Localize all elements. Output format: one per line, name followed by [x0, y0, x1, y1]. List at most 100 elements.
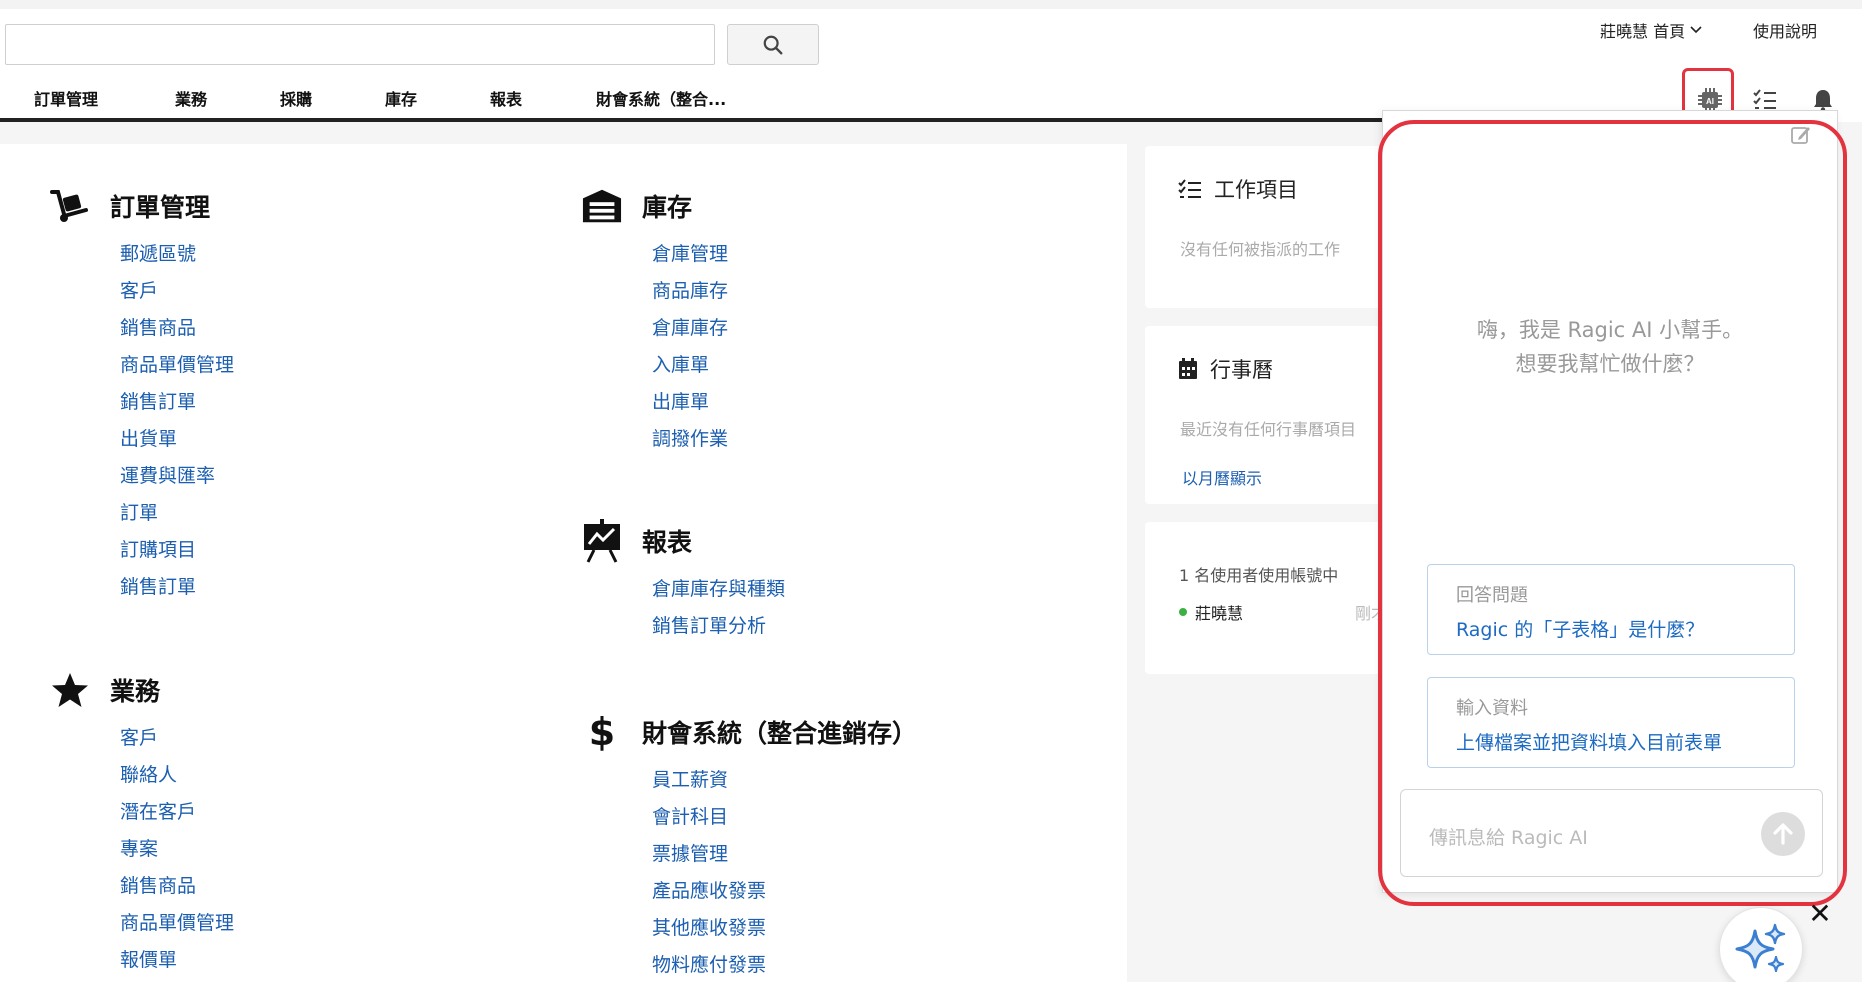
link-product-stock[interactable]: 商品庫存 [652, 273, 728, 310]
link-contacts[interactable]: 聯絡人 [120, 757, 234, 794]
section-title: 訂單管理 [110, 193, 211, 222]
link-customer[interactable]: 客戶 [120, 720, 234, 757]
suggestion-text: 上傳檔案並把資料填入目前表單 [1456, 732, 1723, 754]
link-warehouse-mgmt[interactable]: 倉庫管理 [652, 236, 728, 273]
top-strip [0, 0, 1862, 9]
link-customer[interactable]: 客戶 [120, 273, 234, 310]
ai-greeting: 嗨，我是 Ragic AI 小幫手。 想要我幫忙做什麼？ [1383, 313, 1837, 381]
link-sales-products[interactable]: 銷售商品 [120, 310, 234, 347]
tab-orders[interactable]: 訂單管理 [34, 86, 98, 110]
tab-reports[interactable]: 報表 [490, 86, 522, 110]
link-sales-products[interactable]: 銷售商品 [120, 868, 234, 905]
calendar-card-title: 行事曆 [1178, 354, 1273, 384]
star-icon [50, 670, 90, 710]
link-accounts[interactable]: 會計科目 [652, 799, 917, 836]
section-title: 報表 [642, 528, 693, 557]
main-panel: 訂單管理 郵遞區號 客戶 銷售商品 商品單價管理 銷售訂單 出貨單 運費與匯率 … [0, 144, 1127, 982]
user-name: 莊曉慧 [1195, 604, 1244, 623]
ai-greeting-line1: 嗨，我是 Ragic AI 小幫手。 [1476, 318, 1744, 342]
link-delivery-note[interactable]: 出貨單 [120, 421, 234, 458]
link-transfer[interactable]: 調撥作業 [652, 421, 728, 458]
send-button[interactable] [1761, 812, 1805, 856]
link-product-receivable[interactable]: 產品應收發票 [652, 873, 917, 910]
link-payroll[interactable]: 員工薪資 [652, 762, 917, 799]
dollar-icon: $ [582, 712, 622, 752]
section-orders: 訂單管理 郵遞區號 客戶 銷售商品 商品單價管理 銷售訂單 出貨單 運費與匯率 … [50, 186, 234, 606]
link-stock-out[interactable]: 出庫單 [652, 384, 728, 421]
section-title: 財會系統（整合進銷存） [642, 719, 918, 748]
tasks-card-title: 工作項目 [1178, 174, 1298, 204]
monthly-view-link[interactable]: 以月曆顯示 [1182, 465, 1262, 489]
suggestion-label: 輸入資料 [1456, 698, 1528, 719]
tasks-empty: 沒有任何被指派的工作 [1180, 240, 1341, 259]
link-warehouse-stock-type[interactable]: 倉庫庫存與種類 [652, 571, 785, 608]
link-postal-code[interactable]: 郵遞區號 [120, 236, 234, 273]
suggestion-card-input-data[interactable]: 輸入資料 上傳檔案並把資料填入目前表單 [1427, 677, 1795, 768]
tab-business[interactable]: 業務 [175, 86, 207, 110]
help-link[interactable]: 使用說明 [1753, 18, 1817, 42]
section-business: 業務 客戶 聯絡人 潛在客戶 專案 銷售商品 商品單價管理 報價單 [50, 670, 234, 979]
section-reports: 報表 倉庫庫存與種類 銷售訂單分析 [582, 519, 785, 645]
suggestion-card-question[interactable]: 回答問題 Ragic 的「子表格」是什麼？ [1427, 564, 1795, 655]
ai-message-placeholder: 傳訊息給 Ragic AI [1429, 827, 1588, 849]
user-menu[interactable]: 莊曉慧 首頁 [1600, 18, 1703, 42]
ai-assistant-panel: 嗨，我是 Ragic AI 小幫手。 想要我幫忙做什麼？ [1382, 110, 1838, 893]
search-button[interactable] [727, 24, 819, 65]
link-material-payable[interactable]: 物料應付發票 [652, 947, 917, 982]
suggestion-text: Ragic 的「子表格」是什麼？ [1456, 619, 1705, 641]
section-title: 庫存 [642, 193, 693, 222]
link-warehouse-stock[interactable]: 倉庫庫存 [652, 310, 728, 347]
calendar-title-text: 行事曆 [1210, 358, 1273, 382]
new-chat-button[interactable] [1790, 124, 1812, 146]
user-menu-label: 莊曉慧 首頁 [1600, 22, 1686, 41]
top-bar: 莊曉慧 首頁 使用說明 訂單管理 業務 採購 庫存 報表 財會系統（整合... … [0, 0, 1862, 122]
tab-purchasing[interactable]: 採購 [280, 86, 312, 110]
svg-text:$: $ [589, 712, 615, 752]
ai-greeting-line2: 想要我幫忙做什麼？ [1515, 352, 1705, 376]
section-title: 業務 [110, 677, 161, 706]
ai-fab-button[interactable] [1719, 907, 1803, 982]
link-unit-price[interactable]: 商品單價管理 [120, 905, 234, 942]
link-bills[interactable]: 票據管理 [652, 836, 917, 873]
search-icon [763, 35, 783, 54]
task-list-icon [1753, 89, 1776, 109]
link-sales-order[interactable]: 銷售訂單 [120, 384, 234, 421]
hand-truck-icon [50, 186, 90, 226]
edit-icon [1791, 127, 1810, 144]
link-sales-order-2[interactable]: 銷售訂單 [120, 569, 234, 606]
close-ai-button[interactable]: ✕ [1805, 897, 1835, 930]
link-prospects[interactable]: 潛在客戶 [120, 794, 234, 831]
link-projects[interactable]: 專案 [120, 831, 234, 868]
link-order[interactable]: 訂單 [120, 495, 234, 532]
tab-inventory[interactable]: 庫存 [385, 86, 417, 110]
section-inventory: 庫存 倉庫管理 商品庫存 倉庫庫存 入庫單 出庫單 調撥作業 [582, 186, 728, 458]
user-row: 莊曉慧 [1179, 600, 1243, 624]
calendar-icon [1179, 358, 1197, 379]
calendar-card: 行事曆 最近沒有任何行事曆項目 以月曆顯示 [1145, 326, 1395, 504]
ai-message-input[interactable]: 傳訊息給 Ragic AI [1400, 789, 1823, 877]
link-order-items[interactable]: 訂購項目 [120, 532, 234, 569]
active-users-count: 1 名使用者使用帳號中 [1179, 566, 1339, 585]
calendar-empty: 最近沒有任何行事曆項目 [1180, 420, 1357, 439]
link-shipping-rate[interactable]: 運費與匯率 [120, 458, 234, 495]
link-stock-in[interactable]: 入庫單 [652, 347, 728, 384]
chevron-down-icon [1690, 26, 1702, 34]
tasks-title-text: 工作項目 [1214, 178, 1298, 202]
presentation-chart-icon [582, 519, 622, 563]
link-quotation[interactable]: 報價單 [120, 942, 234, 979]
tab-finance[interactable]: 財會系統（整合... [596, 86, 726, 110]
tasks-card: 工作項目 沒有任何被指派的工作 [1145, 146, 1395, 308]
active-users-card: 1 名使用者使用帳號中 莊曉慧 剛才 [1145, 522, 1395, 674]
link-unit-price[interactable]: 商品單價管理 [120, 347, 234, 384]
link-other-receivable[interactable]: 其他應收發票 [652, 910, 917, 947]
section-finance: $ 財會系統（整合進銷存） 員工薪資 會計科目 票據管理 產品應收發票 其他應收… [582, 712, 917, 982]
suggestion-label: 回答問題 [1456, 585, 1528, 606]
arrow-up-icon [1773, 823, 1793, 845]
sparkle-icon [1735, 923, 1786, 973]
warehouse-icon [582, 186, 622, 226]
link-sales-analysis[interactable]: 銷售訂單分析 [652, 608, 785, 645]
bell-icon [1814, 90, 1832, 112]
online-status-dot [1179, 608, 1187, 616]
search-input[interactable] [5, 24, 715, 65]
task-list-icon [1178, 179, 1201, 198]
